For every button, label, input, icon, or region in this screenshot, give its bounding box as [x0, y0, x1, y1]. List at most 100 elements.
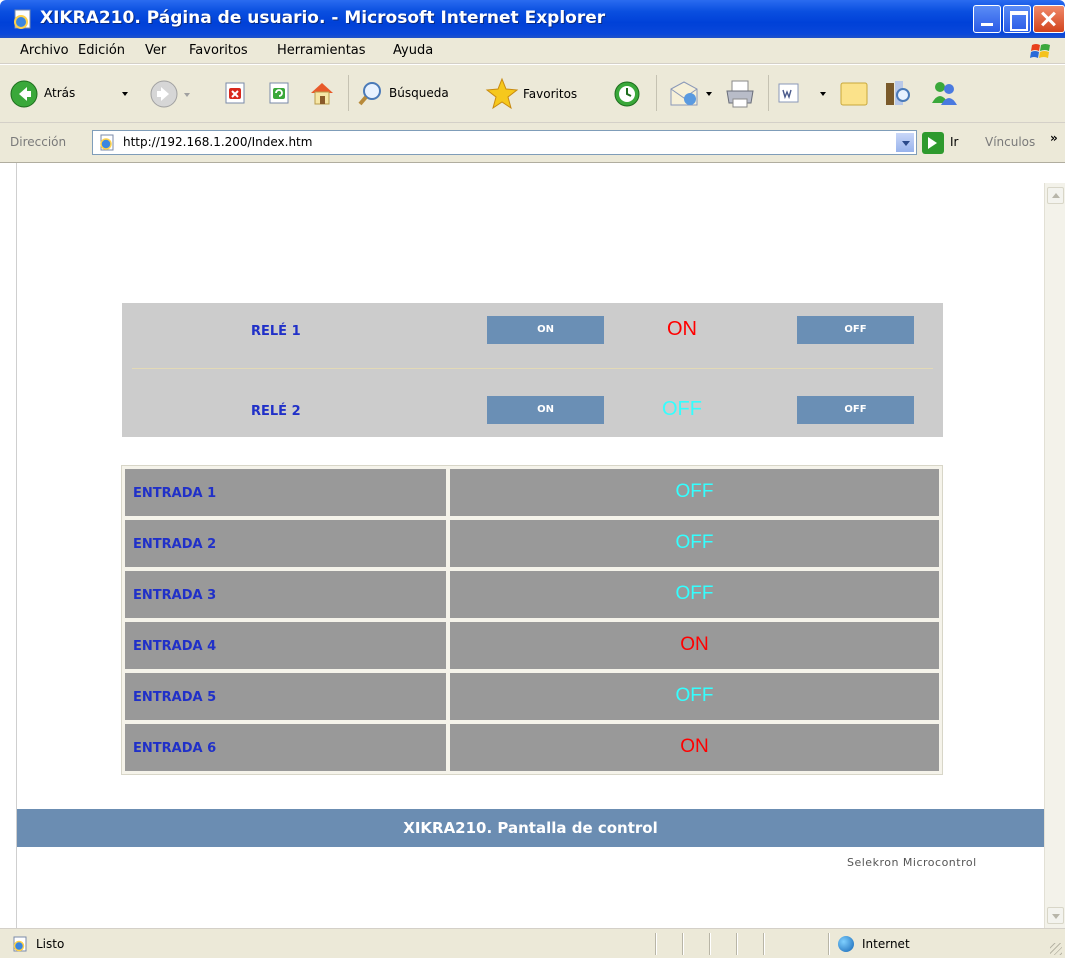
print-icon[interactable]: [724, 79, 756, 109]
ie-page-icon: [100, 134, 114, 151]
search-icon: [358, 82, 381, 106]
home-icon[interactable]: [308, 79, 336, 107]
go-arrow-icon: [922, 132, 944, 154]
status-separator: [682, 933, 683, 955]
browser-window: XIKRA210. Página de usuario. - Microsoft…: [0, 0, 1065, 958]
internet-globe-icon: [838, 936, 854, 952]
input-row: ENTRADA 4 ON: [125, 622, 939, 669]
go-label: Ir: [950, 135, 959, 149]
refresh-icon[interactable]: [268, 81, 292, 105]
input-name-cell: ENTRADA 1: [125, 469, 446, 516]
minimize-button[interactable]: [973, 5, 1001, 33]
maximize-button[interactable]: [1003, 5, 1031, 33]
input-label: ENTRADA 6: [133, 741, 217, 756]
status-separator: [736, 933, 737, 955]
back-dropdown-icon[interactable]: [122, 92, 128, 96]
inputs-table: ENTRADA 1 OFF ENTRADA 2 OFF ENTRADA 3 OF…: [121, 465, 943, 775]
relay-2-off-button[interactable]: OFF: [797, 396, 914, 424]
relay-1-on-button[interactable]: ON: [487, 316, 604, 344]
favorites-button[interactable]: Favoritos: [485, 77, 605, 111]
links-chevron-icon[interactable]: »: [1050, 131, 1058, 145]
input-label: ENTRADA 5: [133, 690, 217, 705]
toolbar: Atrás Búsqueda Favoritos: [0, 65, 1065, 123]
address-url[interactable]: http://192.168.1.200/Index.htm: [123, 135, 312, 149]
input-name-cell: ENTRADA 6: [125, 724, 446, 771]
menu-archivo[interactable]: Archivo: [20, 43, 69, 58]
address-input[interactable]: http://192.168.1.200/Index.htm: [92, 130, 917, 155]
input-value-cell: OFF: [450, 571, 939, 618]
go-button[interactable]: Ir: [922, 129, 972, 157]
page-content: RELÉ 1 ON ON OFF RELÉ 2 ON OFF OFF ENTRA…: [17, 183, 1044, 928]
input-row: ENTRADA 2 OFF: [125, 520, 939, 567]
input-state: ON: [680, 634, 709, 655]
forward-dropdown-icon[interactable]: [184, 93, 190, 97]
relay-panel: RELÉ 1 ON ON OFF RELÉ 2 ON OFF OFF: [122, 303, 943, 437]
menu-favoritos[interactable]: Favoritos: [189, 43, 248, 58]
input-name-cell: ENTRADA 3: [125, 571, 446, 618]
input-value-cell: OFF: [450, 469, 939, 516]
input-value-cell: ON: [450, 622, 939, 669]
back-label: Atrás: [44, 86, 76, 100]
relay-1-state: ON: [667, 318, 697, 340]
footer-bar: XIKRA210. Pantalla de control: [17, 809, 1044, 847]
resize-grip-icon[interactable]: [1050, 943, 1062, 955]
menu-edicion[interactable]: Edición: [78, 43, 125, 58]
input-state: OFF: [675, 583, 714, 604]
edit-dropdown-icon[interactable]: [820, 92, 826, 96]
relay-2-on-button[interactable]: ON: [487, 396, 604, 424]
menu-ayuda[interactable]: Ayuda: [393, 43, 433, 58]
footer-title: XIKRA210. Pantalla de control: [403, 819, 658, 837]
scroll-up-arrow-icon[interactable]: [1047, 187, 1064, 204]
vertical-scrollbar[interactable]: [1044, 183, 1065, 928]
back-button[interactable]: Atrás: [10, 78, 130, 110]
links-label[interactable]: Vínculos: [985, 135, 1035, 149]
scroll-down-arrow-icon[interactable]: [1047, 907, 1064, 924]
address-dropdown-button[interactable]: [895, 132, 915, 153]
forward-button[interactable]: [150, 80, 190, 110]
input-state: OFF: [675, 481, 714, 502]
stop-icon[interactable]: [224, 81, 248, 105]
zone-text: Internet: [862, 937, 910, 951]
search-button[interactable]: Búsqueda: [357, 78, 472, 110]
relay-row: RELÉ 1 ON ON OFF: [122, 308, 943, 358]
input-label: ENTRADA 2: [133, 537, 217, 552]
window-title: XIKRA210. Página de usuario. - Microsoft…: [40, 8, 606, 28]
menu-herramientas[interactable]: Herramientas: [277, 43, 366, 58]
status-separator: [655, 933, 656, 955]
input-state: OFF: [675, 685, 714, 706]
input-value-cell: ON: [450, 724, 939, 771]
input-name-cell: ENTRADA 2: [125, 520, 446, 567]
status-bar: Listo Internet: [0, 928, 1065, 958]
word-edit-icon: [778, 83, 799, 103]
discuss-note-icon[interactable]: [838, 79, 870, 109]
status-text: Listo: [36, 937, 65, 951]
footer-credit: Selekron Microcontrol: [847, 856, 977, 869]
input-row: ENTRADA 3 OFF: [125, 571, 939, 618]
history-icon[interactable]: [612, 79, 642, 109]
favorites-label: Favoritos: [523, 87, 578, 101]
mail-dropdown-icon[interactable]: [706, 92, 712, 96]
windows-logo-icon: [1030, 44, 1050, 58]
input-value-cell: OFF: [450, 673, 939, 720]
address-bar: Dirección http://192.168.1.200/Index.htm…: [0, 123, 1065, 163]
input-value-cell: OFF: [450, 520, 939, 567]
input-label: ENTRADA 3: [133, 588, 217, 603]
menu-ver[interactable]: Ver: [145, 43, 166, 58]
relay-1-off-button[interactable]: OFF: [797, 316, 914, 344]
edit-button[interactable]: [778, 82, 828, 106]
input-state: OFF: [675, 532, 714, 553]
mail-button[interactable]: [668, 79, 718, 109]
menu-bar: Archivo Edición Ver Favoritos Herramient…: [0, 38, 1065, 64]
toolbar-separator: [348, 75, 349, 111]
input-row: ENTRADA 6 ON: [125, 724, 939, 771]
title-bar[interactable]: XIKRA210. Página de usuario. - Microsoft…: [0, 0, 1065, 38]
toolbar-separator: [768, 75, 769, 111]
input-state: ON: [680, 736, 709, 757]
close-button[interactable]: [1033, 5, 1065, 33]
input-name-cell: ENTRADA 4: [125, 622, 446, 669]
status-separator: [763, 933, 764, 955]
status-separator: [828, 933, 829, 955]
messenger-icon[interactable]: [928, 77, 960, 109]
back-arrow-icon: [10, 80, 38, 108]
research-icon[interactable]: [882, 77, 914, 109]
